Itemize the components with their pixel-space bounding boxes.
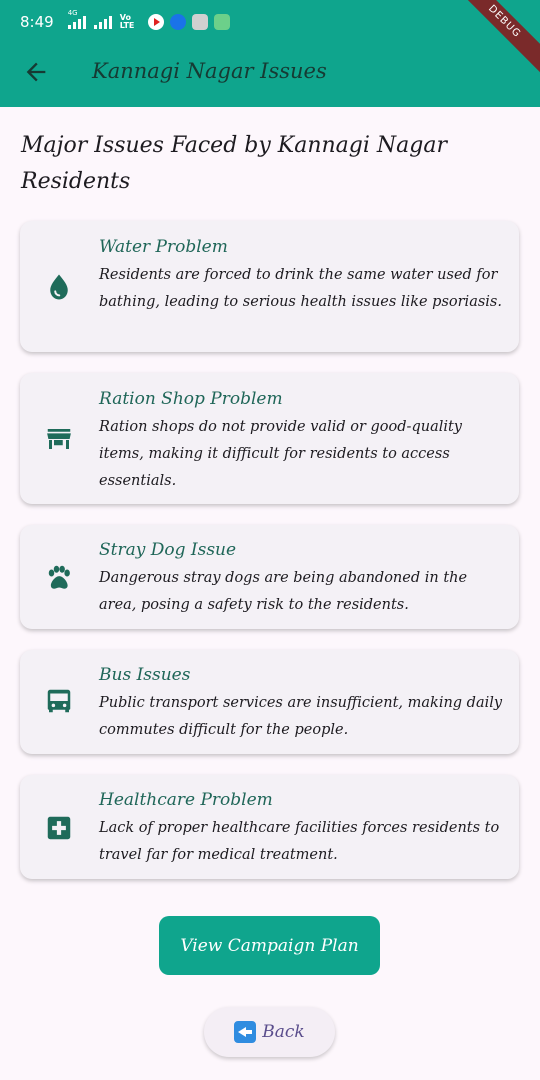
- issue-description: Public transport services are insufficie…: [99, 695, 503, 738]
- view-campaign-plan-button[interactable]: View Campaign Plan: [159, 916, 380, 975]
- app-notification-icon-2: [191, 14, 208, 30]
- issue-description: Residents are forced to drink the same w…: [99, 267, 502, 310]
- volte-badge: Vo LTE: [119, 13, 135, 30]
- app-bar: 8:49 4G Vo LTE DEBUG Kannagi Nagar Issue…: [0, 0, 540, 107]
- bus-icon: [47, 689, 71, 713]
- issue-card-water: Water Problem Residents are forced to dr…: [20, 221, 519, 352]
- paw-icon: [48, 565, 70, 589]
- back-arrow-icon: [234, 1021, 257, 1043]
- status-bar: 8:49 4G Vo LTE: [0, 0, 540, 44]
- signal-icon-2: [93, 15, 112, 29]
- issue-description: Dangerous stray dogs are being abandoned…: [99, 570, 468, 613]
- water-drop-icon: [50, 274, 68, 300]
- status-time: 8:49: [20, 13, 54, 31]
- arrow-left-icon[interactable]: [22, 58, 50, 86]
- issue-title: Healthcare Problem: [99, 790, 273, 810]
- issue-card-healthcare: Healthcare Problem Lack of proper health…: [20, 775, 519, 879]
- issue-title: Bus Issues: [99, 665, 191, 685]
- back-button[interactable]: Back: [204, 1007, 335, 1057]
- youtube-notification-icon: [147, 14, 164, 30]
- issue-card-stray-dog: Stray Dog Issue Dangerous stray dogs are…: [20, 525, 519, 629]
- issue-title: Stray Dog Issue: [99, 540, 237, 560]
- medical-cross-icon: [47, 816, 71, 840]
- network-tag: 4G: [67, 9, 78, 17]
- storefront-icon: [47, 429, 71, 449]
- back-button-label: Back: [262, 1022, 305, 1042]
- app-notification-icon-3: [213, 14, 230, 30]
- issue-description: Lack of proper healthcare facilities for…: [99, 820, 500, 863]
- issue-description: Ration shops do not provide valid or goo…: [99, 419, 463, 489]
- issue-title: Water Problem: [99, 237, 228, 257]
- issue-card-ration-shop: Ration Shop Problem Ration shops do not …: [20, 373, 519, 504]
- toolbar: Kannagi Nagar Issues: [0, 44, 540, 107]
- app-bar-title: Kannagi Nagar Issues: [92, 59, 327, 83]
- signal-icon: 4G: [67, 9, 86, 29]
- issue-title: Ration Shop Problem: [99, 389, 283, 409]
- page-title: Major Issues Faced by Kannagi Nagar Resi…: [21, 133, 447, 194]
- issue-card-bus: Bus Issues Public transport services are…: [20, 650, 519, 754]
- app-notification-icon: [169, 14, 186, 30]
